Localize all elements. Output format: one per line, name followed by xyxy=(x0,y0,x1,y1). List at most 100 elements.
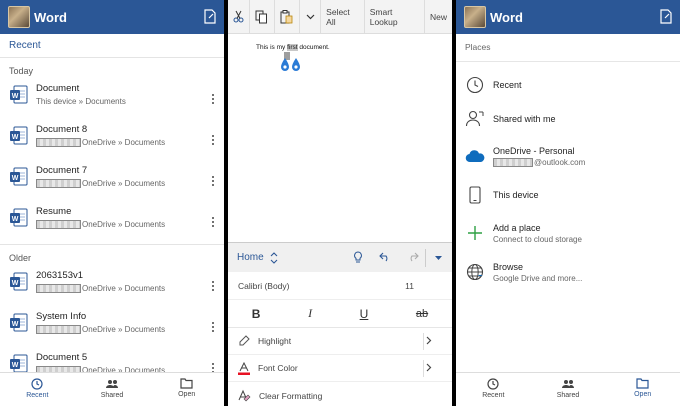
document-text[interactable]: This is my first document. xyxy=(256,44,330,51)
bold-button[interactable]: B xyxy=(252,307,261,321)
place-add[interactable]: Add a place Connect to cloud storage xyxy=(456,214,680,252)
underline-button[interactable]: U xyxy=(360,307,369,321)
list-item[interactable]: W 2063153v1 OneDrive » Documents xyxy=(0,267,224,308)
ribbon-bar: Home xyxy=(228,242,452,272)
doc-name: Resume xyxy=(36,206,72,217)
ribbon-tab-home[interactable]: Home xyxy=(237,252,264,263)
undo-icon[interactable] xyxy=(379,252,391,262)
context-toolbar: Select All Smart Lookup New xyxy=(228,0,452,34)
more-vertical-icon[interactable] xyxy=(212,320,214,334)
more-vertical-icon[interactable] xyxy=(212,133,214,147)
place-browse[interactable]: Browse Google Drive and more... xyxy=(456,252,680,292)
list-item[interactable]: W Document 8 OneDrive » Documents xyxy=(0,121,224,162)
strikethrough-button[interactable]: ab xyxy=(416,308,428,320)
word-doc-icon: W xyxy=(9,354,29,374)
more-vertical-icon[interactable] xyxy=(212,215,214,229)
doc-name: Document 8 xyxy=(36,124,88,135)
recent-panel: Word Recent Today W Document This device » … xyxy=(0,0,224,406)
nav-recent[interactable]: Recent xyxy=(456,373,531,406)
cut-button[interactable] xyxy=(228,0,250,34)
doc-location: OneDrive » Documents xyxy=(82,179,166,188)
font-color-icon xyxy=(238,361,250,375)
word-doc-icon: W xyxy=(9,85,29,105)
tab-switch-icon[interactable] xyxy=(270,251,278,264)
more-vertical-icon[interactable] xyxy=(212,174,214,188)
plus-icon xyxy=(468,226,482,240)
place-shared-label: Shared with me xyxy=(493,114,556,124)
list-item[interactable]: W Document 7 OneDrive » Documents xyxy=(0,162,224,203)
selection-handles[interactable] xyxy=(279,52,303,74)
more-vertical-icon[interactable] xyxy=(212,92,214,106)
svg-text:W: W xyxy=(12,93,19,100)
collapse-ribbon-icon[interactable] xyxy=(435,256,442,260)
redacted-owner xyxy=(36,284,81,293)
avatar[interactable] xyxy=(8,6,30,28)
new-button[interactable]: New xyxy=(425,0,452,34)
document-canvas[interactable]: This is my first document. xyxy=(228,34,452,242)
list-item[interactable]: W Document This device » Documents xyxy=(0,80,224,121)
select-all-button[interactable]: Select All xyxy=(321,0,365,34)
highlight-label: Highlight xyxy=(258,336,292,346)
place-recent[interactable]: Recent xyxy=(456,68,680,102)
doc-location: OneDrive » Documents xyxy=(82,284,166,293)
nav-shared[interactable]: Shared xyxy=(531,373,606,406)
paste-button[interactable] xyxy=(275,0,300,34)
list-item[interactable]: W Resume OneDrive » Documents xyxy=(0,203,224,244)
clear-format-icon xyxy=(238,389,251,402)
lightbulb-icon[interactable] xyxy=(353,251,363,264)
clock-icon xyxy=(31,378,43,390)
place-shared[interactable]: Shared with me xyxy=(456,102,680,136)
word-doc-icon: W xyxy=(9,313,29,333)
section-title: Recent xyxy=(0,34,224,58)
more-vertical-icon[interactable] xyxy=(212,279,214,293)
doc-location: OneDrive » Documents xyxy=(82,138,166,147)
redo-icon[interactable] xyxy=(407,252,419,262)
copy-button[interactable] xyxy=(250,0,275,34)
nav-recent[interactable]: Recent xyxy=(0,373,75,406)
font-name[interactable]: Calibri (Body) xyxy=(238,281,290,291)
font-selector[interactable]: Calibri (Body) 11 xyxy=(228,272,452,300)
nav-open-label: Open xyxy=(634,391,652,398)
new-document-icon[interactable] xyxy=(204,9,216,24)
app-header: Word xyxy=(456,0,680,34)
people-icon xyxy=(106,380,118,388)
bottom-nav: Recent Shared Open xyxy=(0,372,224,406)
onedrive-cloud-icon xyxy=(465,149,485,162)
doc-location: This device » Documents xyxy=(36,97,126,106)
format-buttons: B I U ab xyxy=(228,300,452,328)
place-add-label: Add a place xyxy=(493,222,541,233)
clear-formatting-row[interactable]: Clear Formatting xyxy=(228,382,452,406)
word-doc-icon: W xyxy=(9,208,29,228)
word-doc-icon: W xyxy=(9,126,29,146)
list-item[interactable]: W System Info OneDrive » Documents xyxy=(0,308,224,349)
font-size[interactable]: 11 xyxy=(405,281,414,291)
new-document-icon[interactable] xyxy=(660,9,672,24)
doc-name: 2063153v1 xyxy=(36,270,84,281)
place-onedrive[interactable]: OneDrive - Personal @outlook.com xyxy=(456,136,680,176)
nav-shared[interactable]: Shared xyxy=(75,373,150,406)
places-panel: Word Places Recent Shared with me OneDri… xyxy=(456,0,680,406)
doc-name: Document 5 xyxy=(36,352,88,363)
nav-open[interactable]: Open xyxy=(605,373,680,406)
highlight-row[interactable]: Highlight xyxy=(228,328,452,355)
chevron-right-icon[interactable] xyxy=(426,363,432,372)
place-device[interactable]: This device xyxy=(456,176,680,214)
svg-text:W: W xyxy=(12,362,19,369)
highlighter-icon xyxy=(239,335,250,346)
more-options-button[interactable] xyxy=(300,0,322,34)
redacted-owner xyxy=(36,220,81,229)
font-color-row[interactable]: Font Color xyxy=(228,355,452,382)
avatar[interactable] xyxy=(464,6,486,28)
selected-text[interactable]: first xyxy=(287,44,298,51)
chevron-right-icon[interactable] xyxy=(426,336,432,345)
smart-lookup-button[interactable]: Smart Lookup xyxy=(365,0,425,34)
bottom-nav: Recent Shared Open xyxy=(456,372,680,406)
svg-text:W: W xyxy=(12,134,19,141)
place-add-sub: Connect to cloud storage xyxy=(493,234,582,244)
globe-icon xyxy=(466,263,484,281)
clock-icon xyxy=(466,76,484,94)
nav-shared-label: Shared xyxy=(100,392,124,399)
place-browse-label: Browse xyxy=(493,261,524,272)
nav-open[interactable]: Open xyxy=(149,373,224,406)
italic-button[interactable]: I xyxy=(308,306,312,321)
